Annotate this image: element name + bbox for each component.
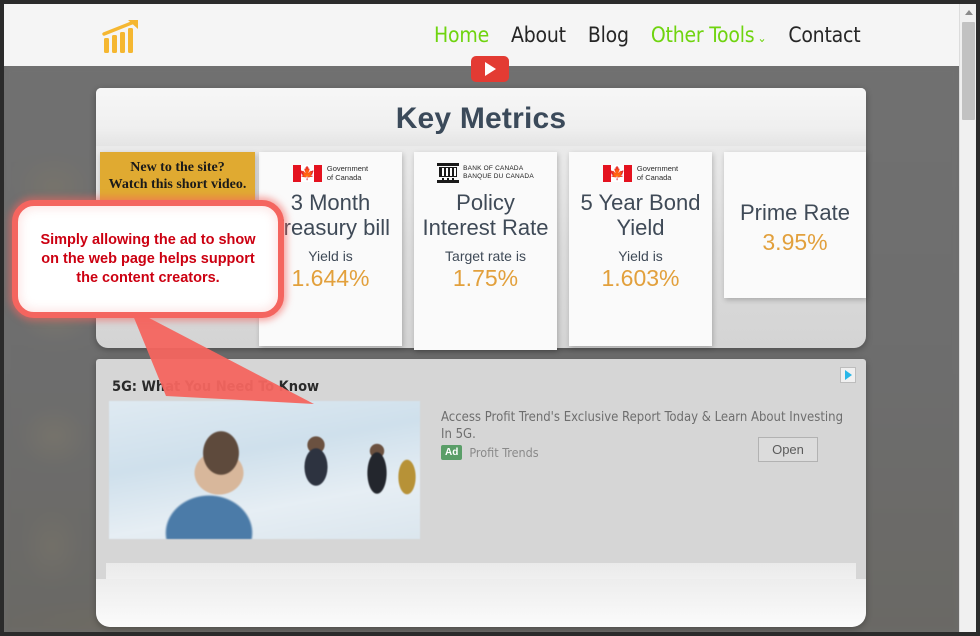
callout-tail <box>130 308 314 404</box>
metric-card-policy-interest-rate[interactable]: BANK OF CANADA BANQUE DU CANADA Policy I… <box>414 152 557 350</box>
metric-card-prime-rate[interactable]: Prime Rate 3.95% <box>724 152 866 298</box>
metric-card-value: 1.603% <box>601 265 680 291</box>
metric-card-value: 1.75% <box>452 265 519 291</box>
video-promo-line2: Watch this short video. <box>108 177 247 192</box>
metric-card-value: 3.95% <box>762 229 828 255</box>
metric-card-logo-line2: of Canada <box>326 173 362 182</box>
adchoices-icon[interactable] <box>840 367 856 383</box>
nav-link-about[interactable]: About <box>511 23 566 47</box>
ad-advertiser-name: Profit Trends <box>469 445 539 460</box>
ad-panel-footer <box>96 579 866 627</box>
annotation-callout-text: Simply allowing the ad to show on the we… <box>40 231 256 286</box>
ad-creative-image[interactable] <box>109 401 420 539</box>
government-of-canada-logo: 🍁 Government of Canada <box>259 160 402 186</box>
web-page-viewport: Home About Blog Other Tools ⌄ Contact Key… <box>4 4 976 632</box>
youtube-play-icon[interactable] <box>471 56 509 82</box>
vertical-scrollbar[interactable] <box>959 4 976 632</box>
bank-building-icon <box>437 163 460 183</box>
nav-link-other-tools[interactable]: Other Tools ⌄ <box>650 23 767 47</box>
nav-link-other-tools-label: Other Tools <box>650 23 755 47</box>
metric-card-5-year-bond-yield[interactable]: 🍁 Government of Canada 5 Year Bond Yield… <box>569 152 712 346</box>
ad-meta: Ad Profit Trends <box>441 445 539 460</box>
canada-flag-icon: 🍁 <box>292 164 322 182</box>
annotation-callout: Simply allowing the ad to show on the we… <box>12 200 284 318</box>
metric-card-logo-line1: Government <box>326 164 369 173</box>
status-badge: Ad <box>441 445 463 460</box>
page-title: Key Metrics <box>395 102 567 135</box>
nav-link-contact[interactable]: Contact <box>788 23 860 47</box>
metric-card-sub: Target rate is <box>445 248 526 264</box>
scrollbar-thumb[interactable] <box>962 22 975 120</box>
nav-link-blog[interactable]: Blog <box>588 23 629 47</box>
video-promo-line1: New to the site? <box>130 160 225 175</box>
metric-card-name: Policy Interest Rate <box>422 190 549 240</box>
chevron-down-icon: ⌄ <box>757 31 767 45</box>
canada-flag-icon: 🍁 <box>602 164 632 182</box>
screenshot-root: Home About Blog Other Tools ⌄ Contact Key… <box>0 0 980 636</box>
metric-card-logo-line2: of Canada <box>636 173 672 182</box>
metric-card-logo-line2: BANQUE DU CANADA <box>463 173 534 180</box>
government-of-canada-logo: 🍁 Government of Canada <box>569 160 712 186</box>
nav-link-home[interactable]: Home <box>434 23 489 47</box>
ad-open-button[interactable]: Open <box>758 437 818 462</box>
scroll-up-arrow-icon[interactable] <box>960 4 976 21</box>
metric-card-logo-line1: Government <box>636 164 679 173</box>
metric-card-logo-line1: BANK OF CANADA <box>463 165 524 172</box>
metric-card-sub: Yield is <box>618 248 663 264</box>
metric-card-name: 5 Year Bond Yield <box>580 190 701 240</box>
bar-chart-growth-icon[interactable] <box>100 18 146 56</box>
metric-card-name: Prime Rate <box>739 200 851 225</box>
bank-of-canada-logo: BANK OF CANADA BANQUE DU CANADA <box>414 160 557 186</box>
